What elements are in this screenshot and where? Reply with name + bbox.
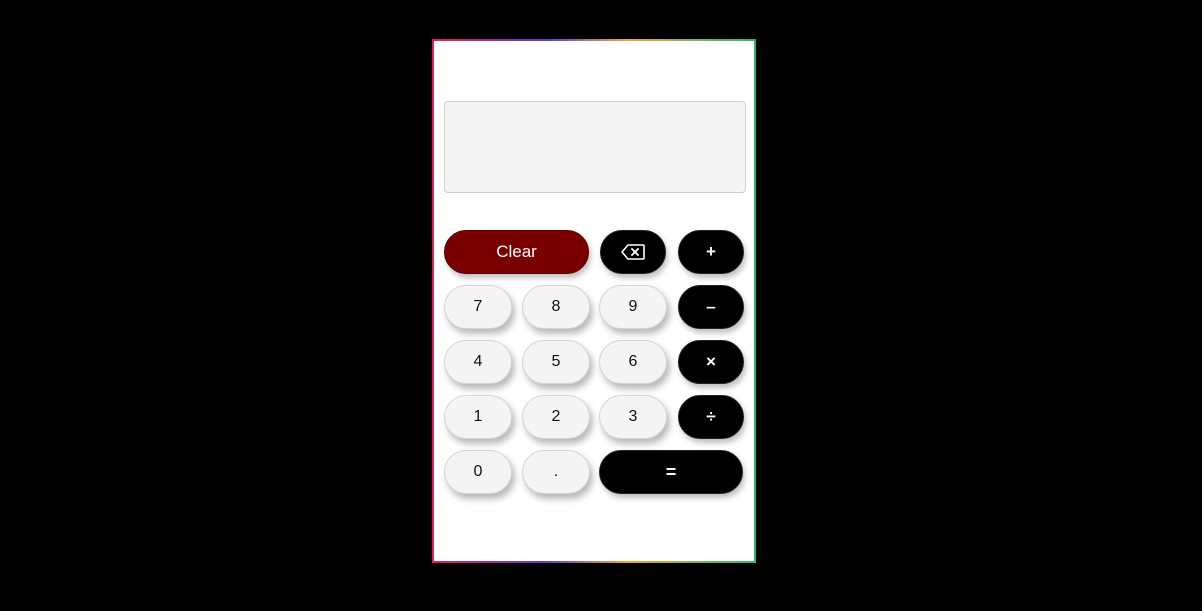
digit-6-button[interactable]: 6 <box>599 340 667 384</box>
digit-1-button[interactable]: 1 <box>444 395 512 439</box>
digit-0-button[interactable]: 0 <box>444 450 512 494</box>
equals-button[interactable]: = <box>599 450 743 494</box>
digit-9-button[interactable]: 9 <box>599 285 667 329</box>
calculator-display[interactable] <box>444 101 746 193</box>
digit-4-button[interactable]: 4 <box>444 340 512 384</box>
clear-button[interactable]: Clear <box>444 230 589 274</box>
calculator: Clear + 7 8 9 – 4 5 6 × 1 2 3 ÷ 0 . = <box>434 41 754 561</box>
backspace-button[interactable] <box>600 230 666 274</box>
divide-button[interactable]: ÷ <box>678 395 744 439</box>
multiply-button[interactable]: × <box>678 340 744 384</box>
digit-5-button[interactable]: 5 <box>522 340 590 384</box>
digit-3-button[interactable]: 3 <box>599 395 667 439</box>
digit-8-button[interactable]: 8 <box>522 285 590 329</box>
backspace-icon <box>620 243 646 261</box>
subtract-button[interactable]: – <box>678 285 744 329</box>
calculator-frame: Clear + 7 8 9 – 4 5 6 × 1 2 3 ÷ 0 . = <box>432 39 756 563</box>
decimal-point-button[interactable]: . <box>522 450 590 494</box>
add-button[interactable]: + <box>678 230 744 274</box>
digit-2-button[interactable]: 2 <box>522 395 590 439</box>
digit-7-button[interactable]: 7 <box>444 285 512 329</box>
